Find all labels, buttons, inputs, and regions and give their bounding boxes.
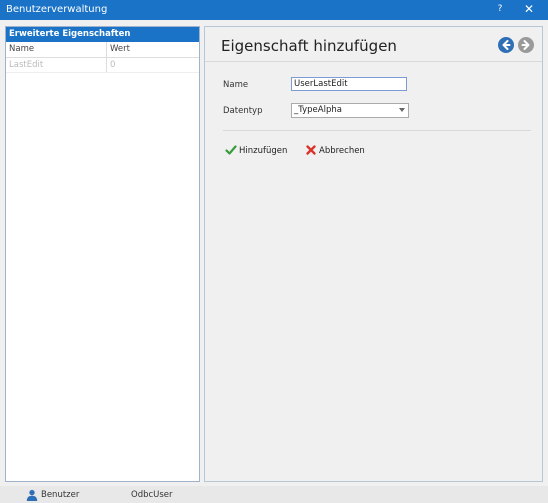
form-divider <box>223 130 531 131</box>
datatype-label: Datentyp <box>223 106 263 116</box>
arrow-right-circle-icon <box>521 40 530 50</box>
chevron-down-icon <box>399 108 405 112</box>
table-row[interactable]: LastEdit 0 <box>6 58 199 73</box>
panel-header: Erweiterte Eigenschaften <box>6 27 199 42</box>
cancel-button[interactable]: Abbrechen <box>305 144 375 160</box>
status-bar: Benutzer OdbcUser <box>0 486 548 503</box>
add-button-label: Hinzufügen <box>239 146 288 156</box>
column-header-value[interactable]: Wert <box>110 44 130 54</box>
status-user-label: Benutzer <box>41 490 80 500</box>
grid-header: Name Wert <box>6 42 199 58</box>
user-icon <box>26 489 38 501</box>
x-icon <box>306 145 316 155</box>
datatype-selected-value: _TypeAlpha <box>294 105 342 115</box>
status-odbc-user: OdbcUser <box>131 490 173 500</box>
column-separator[interactable] <box>106 42 107 57</box>
help-button[interactable]: ? <box>494 4 506 14</box>
name-field[interactable] <box>291 77 407 91</box>
window-title: Benutzerverwaltung <box>6 4 108 15</box>
add-button[interactable]: Hinzufügen <box>225 144 295 160</box>
add-property-panel: Eigenschaft hinzufügen Name Datentyp _Ty… <box>204 26 543 482</box>
name-label: Name <box>223 80 249 90</box>
datatype-select[interactable]: _TypeAlpha <box>291 103 409 118</box>
back-button[interactable] <box>498 37 514 53</box>
column-header-name[interactable]: Name <box>9 44 34 54</box>
row-value-cell: 0 <box>110 60 116 70</box>
row-name-cell: LastEdit <box>9 60 44 70</box>
cancel-button-label: Abbrechen <box>319 146 365 156</box>
page-title: Eigenschaft hinzufügen <box>221 37 397 55</box>
extended-properties-panel: Erweiterte Eigenschaften Name Wert LastE… <box>5 26 200 482</box>
checkmark-icon <box>225 145 237 155</box>
window-titlebar: Benutzerverwaltung ? ✕ <box>0 0 548 20</box>
arrow-left-circle-icon <box>502 40 511 50</box>
close-button[interactable]: ✕ <box>522 2 536 16</box>
column-separator <box>106 58 107 72</box>
title-divider <box>205 61 542 62</box>
forward-button[interactable] <box>518 37 534 53</box>
